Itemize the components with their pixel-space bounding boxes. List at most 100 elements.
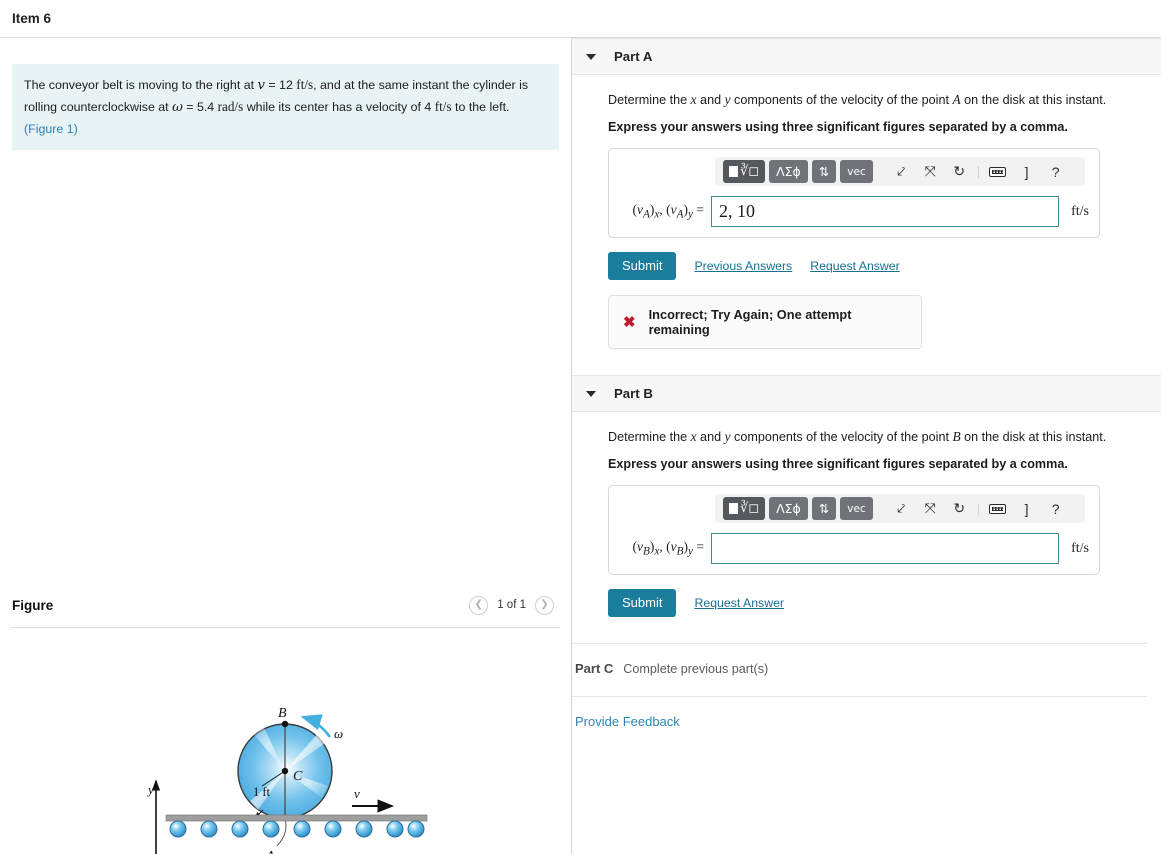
error-x-icon: ✖: [623, 314, 636, 331]
symbol-omega: ω: [172, 100, 183, 116]
qb-prefix: Determine the: [608, 430, 691, 444]
updown-button[interactable]: ⇅: [811, 497, 837, 520]
part-b-answer-label: (vB)x, (vB)y =: [632, 539, 705, 558]
svg-text:v: v: [354, 786, 360, 801]
qb-mid: components of the velocity of the point: [730, 430, 953, 444]
qb-and: and: [696, 430, 725, 444]
part-b-header[interactable]: Part B: [572, 375, 1161, 412]
provide-feedback-link[interactable]: Provide Feedback: [572, 697, 1161, 729]
part-a-answer-label: (vA)x, (vA)y =: [632, 202, 705, 221]
part-b-title: Part B: [614, 386, 653, 401]
svg-text:A: A: [265, 849, 275, 854]
part-a-math-toolbar: ∛◻ ΛΣϕ ⇅ vec ⤦ ⤧ ↻ | ] ?: [715, 157, 1085, 186]
figure-link[interactable]: (Figure 1): [24, 122, 78, 136]
keyboard-bracket: ]: [1024, 500, 1029, 517]
part-a-request-answer-link[interactable]: Request Answer: [810, 259, 900, 273]
vector-button[interactable]: vec: [840, 497, 873, 520]
greek-button[interactable]: ΛΣϕ: [769, 160, 808, 183]
caret-down-icon[interactable]: [586, 53, 596, 60]
toolbar-separator: |: [976, 164, 981, 179]
figure-header: Figure ❮ 1 of 1 ❯: [0, 583, 572, 627]
svg-text:y: y: [146, 782, 154, 797]
left-panel: The conveyor belt is moving to the right…: [0, 38, 572, 854]
physics-diagram-svg: y x 1 ft: [146, 706, 428, 854]
help-icon[interactable]: ?: [1043, 160, 1068, 183]
reset-icon[interactable]: ↻: [947, 160, 972, 183]
part-a-submit-button[interactable]: Submit: [608, 252, 677, 280]
keyboard-icon[interactable]: [985, 497, 1010, 520]
part-a-header[interactable]: Part A: [572, 38, 1161, 75]
part-b-section: Part B Determine the x and y components …: [572, 375, 1161, 617]
figure-image: y x 1 ft: [0, 638, 572, 854]
top-bar: Item 6: [0, 0, 1161, 38]
part-c-note: Complete previous part(s): [623, 662, 769, 676]
part-a-answer-box: ∛◻ ΛΣϕ ⇅ vec ⤦ ⤧ ↻ | ] ? (vA)x, (vA)y = …: [608, 148, 1100, 238]
part-a-unit: ft/s: [1071, 203, 1089, 219]
part-b-submit-row: Submit Request Answer: [608, 589, 1161, 617]
figure-next-button[interactable]: ❯: [535, 595, 554, 615]
part-a-section: Part A Determine the x and y components …: [572, 38, 1161, 349]
svg-text:C: C: [293, 769, 303, 784]
part-b-unit: ft/s: [1071, 540, 1089, 556]
problem-statement: The conveyor belt is moving to the right…: [12, 64, 559, 150]
statement-v-eq: = 12: [264, 78, 297, 92]
part-b-answer-input[interactable]: [711, 533, 1060, 564]
part-a-title: Part A: [614, 49, 653, 64]
figure-counter: 1 of 1: [497, 599, 526, 611]
part-b-submit-button[interactable]: Submit: [608, 589, 677, 617]
figure-label: Figure: [12, 597, 54, 613]
figure-divider: [10, 627, 560, 628]
part-a-answer-input[interactable]: [711, 196, 1060, 227]
template-button[interactable]: ∛◻: [723, 497, 766, 520]
qa-point-symbol: A: [952, 92, 961, 107]
undo-icon[interactable]: ⤦: [889, 497, 914, 520]
part-b-request-answer-link[interactable]: Request Answer: [694, 596, 784, 610]
qb-suffix: on the disk at this instant.: [960, 430, 1107, 444]
keyboard-icon[interactable]: [985, 160, 1010, 183]
statement-text-3: while its center has a velocity of 4: [243, 100, 435, 115]
part-b-answer-row: (vB)x, (vB)y = ft/s: [619, 533, 1089, 564]
undo-icon[interactable]: ⤦: [889, 160, 914, 183]
part-a-feedback-text: Incorrect; Try Again; One attempt remain…: [648, 307, 852, 337]
svg-text:1 ft: 1 ft: [253, 785, 271, 799]
toolbar-separator: |: [976, 501, 981, 516]
nth-root-glyph: ∛◻: [740, 164, 760, 179]
help-icon[interactable]: ?: [1043, 497, 1068, 520]
part-a-body: Determine the x and y components of the …: [572, 92, 1161, 349]
units-ft-per-s-2: ft/s: [434, 99, 452, 115]
part-a-answer-row: (vA)x, (vA)y = ft/s: [619, 196, 1089, 227]
part-a-previous-answers-link[interactable]: Previous Answers: [694, 259, 792, 273]
redo-icon[interactable]: ⤧: [918, 160, 943, 183]
qa-mid: components of the velocity of the point: [730, 93, 953, 107]
square-glyph: [729, 503, 738, 514]
content-columns: The conveyor belt is moving to the right…: [0, 38, 1161, 854]
symbol-v: v: [257, 78, 265, 93]
part-a-submit-row: Submit Previous Answers Request Answer: [608, 252, 1161, 280]
square-glyph: [729, 166, 738, 177]
vector-button[interactable]: vec: [840, 160, 873, 183]
caret-down-icon[interactable]: [586, 390, 596, 397]
right-panel: Part A Determine the x and y components …: [572, 38, 1161, 854]
statement-text-1: The conveyor belt is moving to the right…: [24, 78, 258, 92]
part-b-instruction: Express your answers using three signifi…: [608, 457, 1068, 471]
template-button[interactable]: ∛◻: [723, 160, 766, 183]
statement-text-4: to the left.: [451, 100, 510, 115]
qa-suffix: on the disk at this instant.: [960, 93, 1107, 107]
updown-button[interactable]: ⇅: [811, 160, 837, 183]
reset-icon[interactable]: ↻: [947, 497, 972, 520]
statement-omega-eq: = 5.4: [182, 100, 218, 115]
svg-text:ω: ω: [334, 726, 343, 741]
greek-button[interactable]: ΛΣϕ: [769, 497, 808, 520]
part-c-section: Part C Complete previous part(s): [572, 644, 1161, 676]
redo-icon[interactable]: ⤧: [918, 497, 943, 520]
page-root: Item 6 The conveyor belt is moving to th…: [0, 0, 1161, 854]
part-b-body: Determine the x and y components of the …: [572, 429, 1161, 617]
keyboard-bracket: ]: [1024, 163, 1029, 180]
part-a-question: Determine the x and y components of the …: [608, 92, 1161, 108]
units-rad-per-s: rad/s: [217, 99, 244, 115]
figure-prev-button[interactable]: ❮: [469, 595, 489, 615]
qa-and: and: [696, 93, 725, 107]
qb-point-symbol: B: [952, 429, 961, 444]
part-b-answer-box: ∛◻ ΛΣϕ ⇅ vec ⤦ ⤧ ↻ | ] ? (vB)x, (vB)y = …: [608, 485, 1100, 575]
nth-root-glyph: ∛◻: [740, 501, 760, 516]
